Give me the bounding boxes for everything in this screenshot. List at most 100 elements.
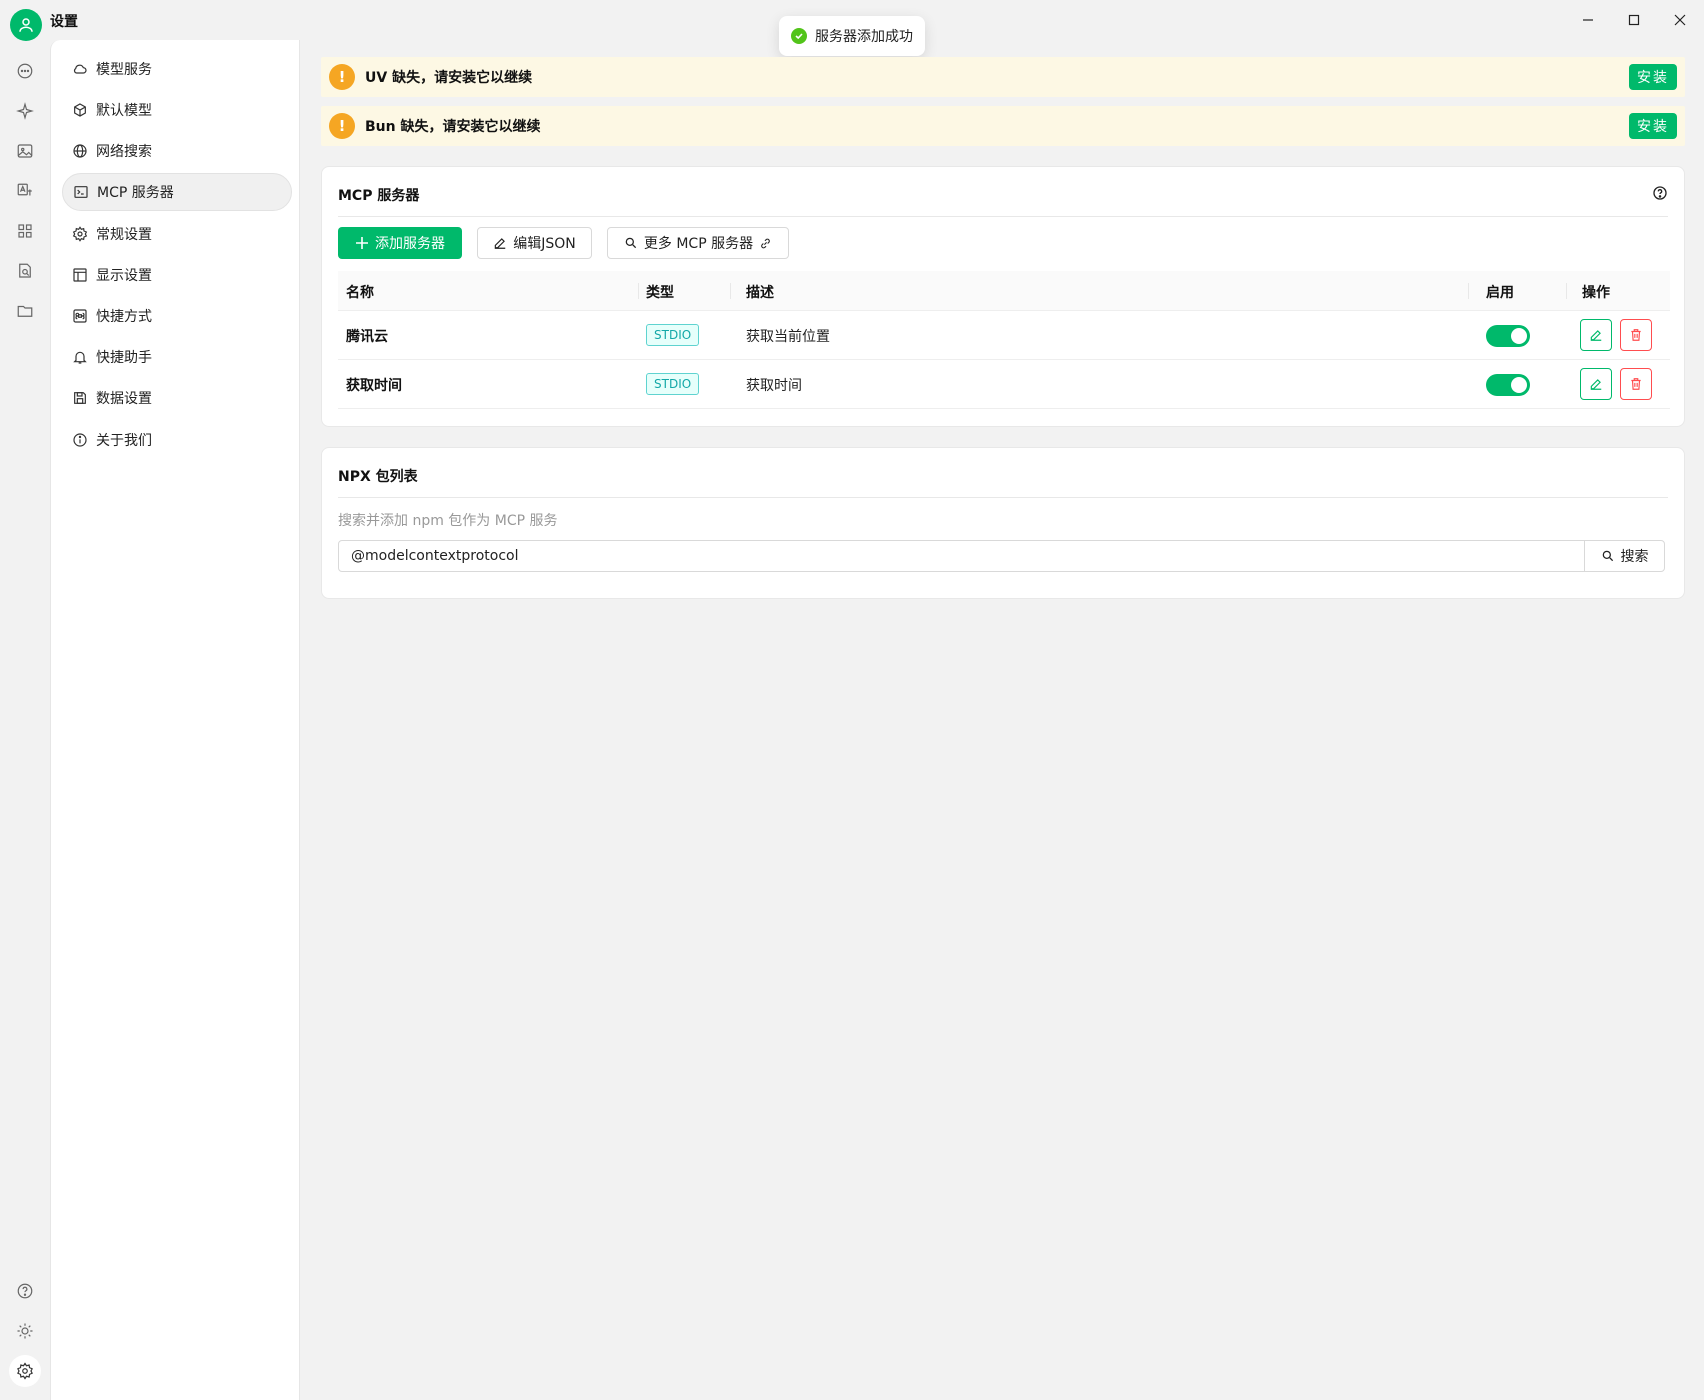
npm-search-button[interactable]: 搜索 [1584,540,1665,572]
nav-item-label: 显示设置 [96,268,152,284]
column-separator [1566,283,1567,299]
warning-icon: ! [329,64,355,90]
info-icon [73,433,87,447]
nav-item-label: 数据设置 [96,391,152,407]
window-title: 设置 [50,14,78,30]
delete-server-button[interactable] [1620,319,1652,351]
nav-item-label: MCP 服务器 [97,185,174,201]
user-icon [19,18,33,32]
nav-item-data[interactable]: 数据设置 [62,379,292,417]
bun-missing-alert: ! Bun 缺失，请安装它以继续 安装 [321,106,1685,146]
nav-item-label: 模型服务 [96,62,152,78]
button-label: 添加服务器 [375,236,445,252]
add-server-button[interactable]: 添加服务器 [338,227,462,259]
column-header-name: 名称 [346,285,374,301]
table-row[interactable]: 获取时间 STDIO 获取时间 [338,360,1670,409]
image-icon[interactable] [12,138,38,164]
nav-item-mcp-servers[interactable]: MCP 服务器 [62,173,292,211]
nav-item-label: 快捷助手 [96,350,152,366]
card-title: NPX 包列表 [338,469,418,485]
sparkle-icon[interactable] [12,98,38,124]
edit-server-button[interactable] [1580,368,1612,400]
alert-text: Bun 缺失，请安装它以继续 [365,119,541,135]
user-avatar[interactable] [10,9,42,41]
cloud-icon [73,64,87,74]
help-icon[interactable] [12,1278,38,1304]
nav-item-about[interactable]: 关于我们 [62,421,292,459]
maximize-icon [1628,14,1640,26]
nav-item-label: 关于我们 [96,433,152,449]
enable-toggle[interactable] [1486,325,1530,347]
button-label: 更多 MCP 服务器 [643,236,754,252]
server-name: 腾讯云 [346,329,388,345]
mcp-servers-table: 名称 类型 描述 启用 操作 腾讯云 STDIO 获取当前位置 获取时间 STD… [338,271,1670,409]
command-icon [73,309,87,323]
nav-item-label: 网络搜索 [96,144,152,160]
card-title: MCP 服务器 [338,188,420,204]
enable-toggle[interactable] [1486,374,1530,396]
column-header-enabled: 启用 [1486,285,1514,301]
help-icon[interactable] [1652,185,1670,203]
npm-search-input[interactable] [338,540,1585,572]
folder-icon[interactable] [12,298,38,324]
apps-icon[interactable] [12,218,38,244]
warning-icon: ! [329,113,355,139]
nav-item-display[interactable]: 显示设置 [62,256,292,294]
delete-server-button[interactable] [1620,368,1652,400]
more-mcp-servers-button[interactable]: 更多 MCP 服务器 [607,227,789,259]
nav-item-default-model[interactable]: 默认模型 [62,91,292,129]
mcp-servers-card: MCP 服务器 添加服务器 编辑JSON 更多 MCP 服务器 名称 类型 描述 [321,166,1685,427]
pencil-icon [1590,379,1602,390]
server-description: 获取当前位置 [746,329,830,345]
column-separator [730,283,731,299]
close-icon [1674,14,1686,26]
globe-icon [73,144,87,158]
terminal-icon [74,186,88,198]
divider [338,216,1668,217]
nav-item-label: 默认模型 [96,103,152,119]
chat-icon[interactable] [12,58,38,84]
button-label: 编辑JSON [513,236,576,252]
theme-icon[interactable] [12,1318,38,1344]
translate-icon[interactable] [12,178,38,204]
layout-icon [73,268,87,282]
type-tag: STDIO [646,324,700,346]
server-name: 获取时间 [346,378,402,394]
trash-icon [1631,378,1641,390]
link-icon [761,238,770,248]
type-tag: STDIO [646,373,700,395]
uv-missing-alert: ! UV 缺失，请安装它以继续 安装 [321,57,1685,97]
gear-icon [72,226,88,242]
bell-icon [73,351,87,364]
edit-server-button[interactable] [1580,319,1612,351]
search-icon [625,237,637,249]
column-header-description: 描述 [746,285,774,301]
install-uv-button[interactable]: 安装 [1629,64,1677,90]
nav-item-model-service[interactable]: 模型服务 [62,50,292,88]
minimize-icon [1583,19,1593,21]
settings-icon[interactable] [9,1355,41,1387]
nav-item-shortcuts[interactable]: 快捷方式 [62,297,292,335]
nav-item-web-search[interactable]: 网络搜索 [62,132,292,170]
main-content: ! UV 缺失，请安装它以继续 安装 ! Bun 缺失，请安装它以继续 安装 M… [301,40,1704,1400]
table-row[interactable]: 腾讯云 STDIO 获取当前位置 [338,311,1670,360]
server-description: 获取时间 [746,378,802,394]
npx-hint: 搜索并添加 npm 包作为 MCP 服务 [338,513,558,529]
column-header-actions: 操作 [1582,285,1610,301]
close-button[interactable] [1662,6,1698,34]
nav-item-general[interactable]: 常规设置 [62,215,292,253]
search-doc-icon[interactable] [12,258,38,284]
column-separator [638,283,639,299]
settings-nav: 模型服务 默认模型 网络搜索 MCP 服务器 常规设置 显示设置 快捷方式 快捷… [50,40,300,1400]
npx-package-card: NPX 包列表 搜索并添加 npm 包作为 MCP 服务 搜索 [321,447,1685,599]
minimize-button[interactable] [1570,6,1606,34]
search-icon [1602,550,1613,562]
install-bun-button[interactable]: 安装 [1629,113,1677,139]
edit-json-button[interactable]: 编辑JSON [477,227,592,259]
cube-icon [74,103,86,117]
maximize-button[interactable] [1616,6,1652,34]
nav-item-label: 快捷方式 [96,309,152,325]
pencil-icon [1590,330,1602,341]
nav-item-label: 常规设置 [96,227,152,243]
nav-item-quick-assistant[interactable]: 快捷助手 [62,338,292,376]
